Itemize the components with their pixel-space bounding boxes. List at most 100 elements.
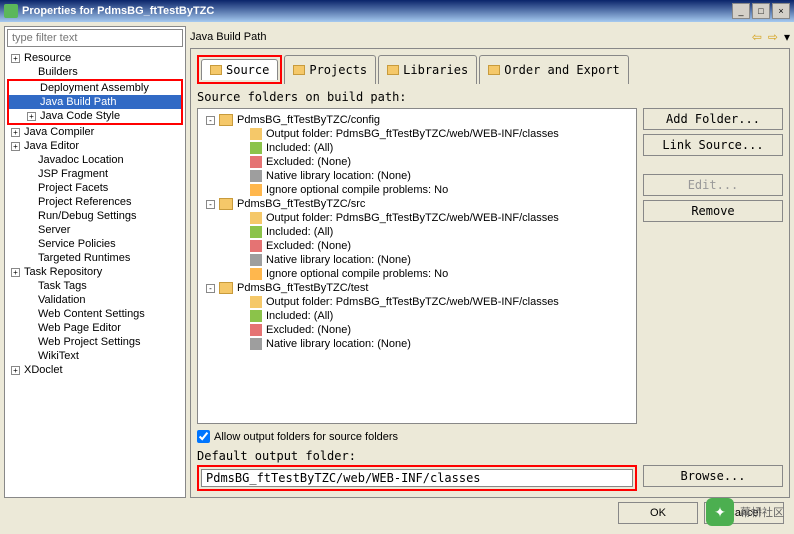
app-icon	[4, 4, 18, 18]
sidebar-item-label: Project References	[38, 196, 132, 208]
source-tree-label: Included: (All)	[266, 310, 333, 322]
sidebar-item[interactable]: + Resource	[7, 51, 183, 65]
edit-button[interactable]: Edit...	[643, 174, 783, 196]
source-tree-row[interactable]: Native library location: (None)	[202, 169, 632, 183]
sidebar-item[interactable]: Service Policies	[7, 237, 183, 251]
sidebar-item[interactable]: Web Content Settings	[7, 307, 183, 321]
source-tree-label: PdmsBG_ftTestByTZC/config	[237, 114, 380, 126]
source-tree-row[interactable]: Included: (All)	[202, 309, 632, 323]
expand-icon[interactable]: +	[27, 112, 36, 121]
sidebar-item[interactable]: Run/Debug Settings	[7, 209, 183, 223]
source-tree-row[interactable]: Ignore optional compile problems: No	[202, 267, 632, 281]
source-tree-row[interactable]: - PdmsBG_ftTestByTZC/test	[202, 281, 632, 295]
sidebar-item-label: Server	[38, 224, 70, 236]
sidebar-item[interactable]: Java Build Path	[9, 95, 181, 109]
sidebar-item-label: Java Code Style	[40, 110, 120, 122]
source-tree-row[interactable]: Native library location: (None)	[202, 337, 632, 351]
source-tree-row[interactable]: Native library location: (None)	[202, 253, 632, 267]
sidebar-item-label: Resource	[24, 52, 71, 64]
out-icon	[250, 128, 262, 140]
back-icon[interactable]: ⇦	[752, 30, 762, 44]
source-tree-row[interactable]: Included: (All)	[202, 225, 632, 239]
sidebar-item-label: Web Page Editor	[38, 322, 121, 334]
sidebar-item[interactable]: +XDoclet	[7, 363, 183, 377]
maximize-button[interactable]: □	[752, 3, 770, 19]
sidebar-item[interactable]: +Java Editor	[7, 139, 183, 153]
expand-icon[interactable]: +	[11, 54, 20, 63]
sidebar-item-label: Run/Debug Settings	[38, 210, 136, 222]
expand-icon[interactable]: -	[206, 200, 215, 209]
expand-icon[interactable]: +	[11, 366, 20, 375]
source-tree-row[interactable]: Excluded: (None)	[202, 323, 632, 337]
sidebar-item[interactable]: Deployment Assembly	[9, 81, 181, 95]
source-tree-row[interactable]: Output folder: PdmsBG_ftTestByTZC/web/WE…	[202, 295, 632, 309]
expand-icon[interactable]: -	[206, 284, 215, 293]
sidebar-item[interactable]: JSP Fragment	[7, 167, 183, 181]
sidebar-item[interactable]: Server	[7, 223, 183, 237]
sidebar-item[interactable]: Builders	[7, 65, 183, 79]
nat-icon	[250, 170, 262, 182]
heading-text: Java Build Path	[190, 31, 266, 43]
sidebar-item[interactable]: Validation	[7, 293, 183, 307]
tab-source[interactable]: Source	[201, 59, 278, 80]
source-tree-label: PdmsBG_ftTestByTZC/test	[237, 282, 368, 294]
expand-icon[interactable]: +	[11, 268, 20, 277]
browse-button[interactable]: Browse...	[643, 465, 783, 487]
source-tree-row[interactable]: Excluded: (None)	[202, 239, 632, 253]
minimize-button[interactable]: _	[732, 3, 750, 19]
sidebar-item[interactable]: + Task Repository	[7, 265, 183, 279]
source-tree-label: Excluded: (None)	[266, 240, 351, 252]
filter-input[interactable]	[7, 29, 183, 47]
sidebar-item-label: Web Content Settings	[38, 308, 145, 320]
source-tree-row[interactable]: - PdmsBG_ftTestByTZC/config	[202, 113, 632, 127]
dropdown-icon[interactable]: ▾	[784, 30, 790, 44]
page-heading: Java Build Path ⇦ ⇨ ▾	[190, 26, 790, 48]
watermark-icon: ✦	[706, 498, 734, 526]
folder-icon	[219, 198, 233, 210]
expand-icon[interactable]: +	[11, 128, 20, 137]
out-icon	[250, 212, 262, 224]
sidebar-item-label: Targeted Runtimes	[38, 252, 130, 264]
sidebar-item-label: Javadoc Location	[38, 154, 124, 166]
sidebar-item[interactable]: Javadoc Location	[7, 153, 183, 167]
source-tree-row[interactable]: Included: (All)	[202, 141, 632, 155]
ok-button[interactable]: OK	[618, 502, 698, 524]
source-tree-row[interactable]: Excluded: (None)	[202, 155, 632, 169]
inc-icon	[250, 310, 262, 322]
expand-icon[interactable]: -	[206, 116, 215, 125]
exc-icon	[250, 324, 262, 336]
source-tree-row[interactable]: -PdmsBG_ftTestByTZC/src	[202, 197, 632, 211]
remove-button[interactable]: Remove	[643, 200, 783, 222]
tab-libraries[interactable]: Libraries	[378, 55, 477, 84]
forward-icon[interactable]: ⇨	[768, 30, 778, 44]
sidebar-item[interactable]: Task Tags	[7, 279, 183, 293]
source-tree-row[interactable]: Output folder: PdmsBG_ftTestByTZC/web/WE…	[202, 211, 632, 225]
expand-icon[interactable]: +	[11, 142, 20, 151]
sidebar-item[interactable]: Project Facets	[7, 181, 183, 195]
link-source-button[interactable]: Link Source...	[643, 134, 783, 156]
allow-output-checkbox[interactable]	[197, 430, 210, 443]
category-tree[interactable]: +ResourceBuildersDeployment AssemblyJava…	[5, 49, 185, 497]
sidebar-item[interactable]: Project References	[7, 195, 183, 209]
sidebar-item-label: Builders	[38, 66, 78, 78]
source-tree-row[interactable]: Output folder: PdmsBG_ftTestByTZC/web/WE…	[202, 127, 632, 141]
sidebar-item-label: WikiText	[38, 350, 79, 362]
sidebar-item[interactable]: +Java Compiler	[7, 125, 183, 139]
source-tree-row[interactable]: Ignore optional compile problems: No	[202, 183, 632, 197]
close-button[interactable]: ×	[772, 3, 790, 19]
sidebar-item[interactable]: Web Project Settings	[7, 335, 183, 349]
add-folder-button[interactable]: Add Folder...	[643, 108, 783, 130]
sidebar-item[interactable]: Web Page Editor	[7, 321, 183, 335]
source-folders-label: Source folders on build path:	[197, 90, 783, 104]
sidebar-item-label: Task Repository	[24, 266, 102, 278]
source-tree[interactable]: -PdmsBG_ftTestByTZC/configOutput folder:…	[197, 108, 637, 424]
sidebar-item[interactable]: WikiText	[7, 349, 183, 363]
tab-projects[interactable]: Projects	[284, 55, 376, 84]
tab-icon	[387, 65, 399, 75]
exc-icon	[250, 240, 262, 252]
sidebar-item[interactable]: Targeted Runtimes	[7, 251, 183, 265]
sidebar-item[interactable]: + Java Code Style	[9, 109, 181, 123]
tab-order-and-export[interactable]: Order and Export	[479, 55, 629, 84]
sidebar-item-label: JSP Fragment	[38, 168, 108, 180]
default-output-input[interactable]	[201, 469, 633, 487]
